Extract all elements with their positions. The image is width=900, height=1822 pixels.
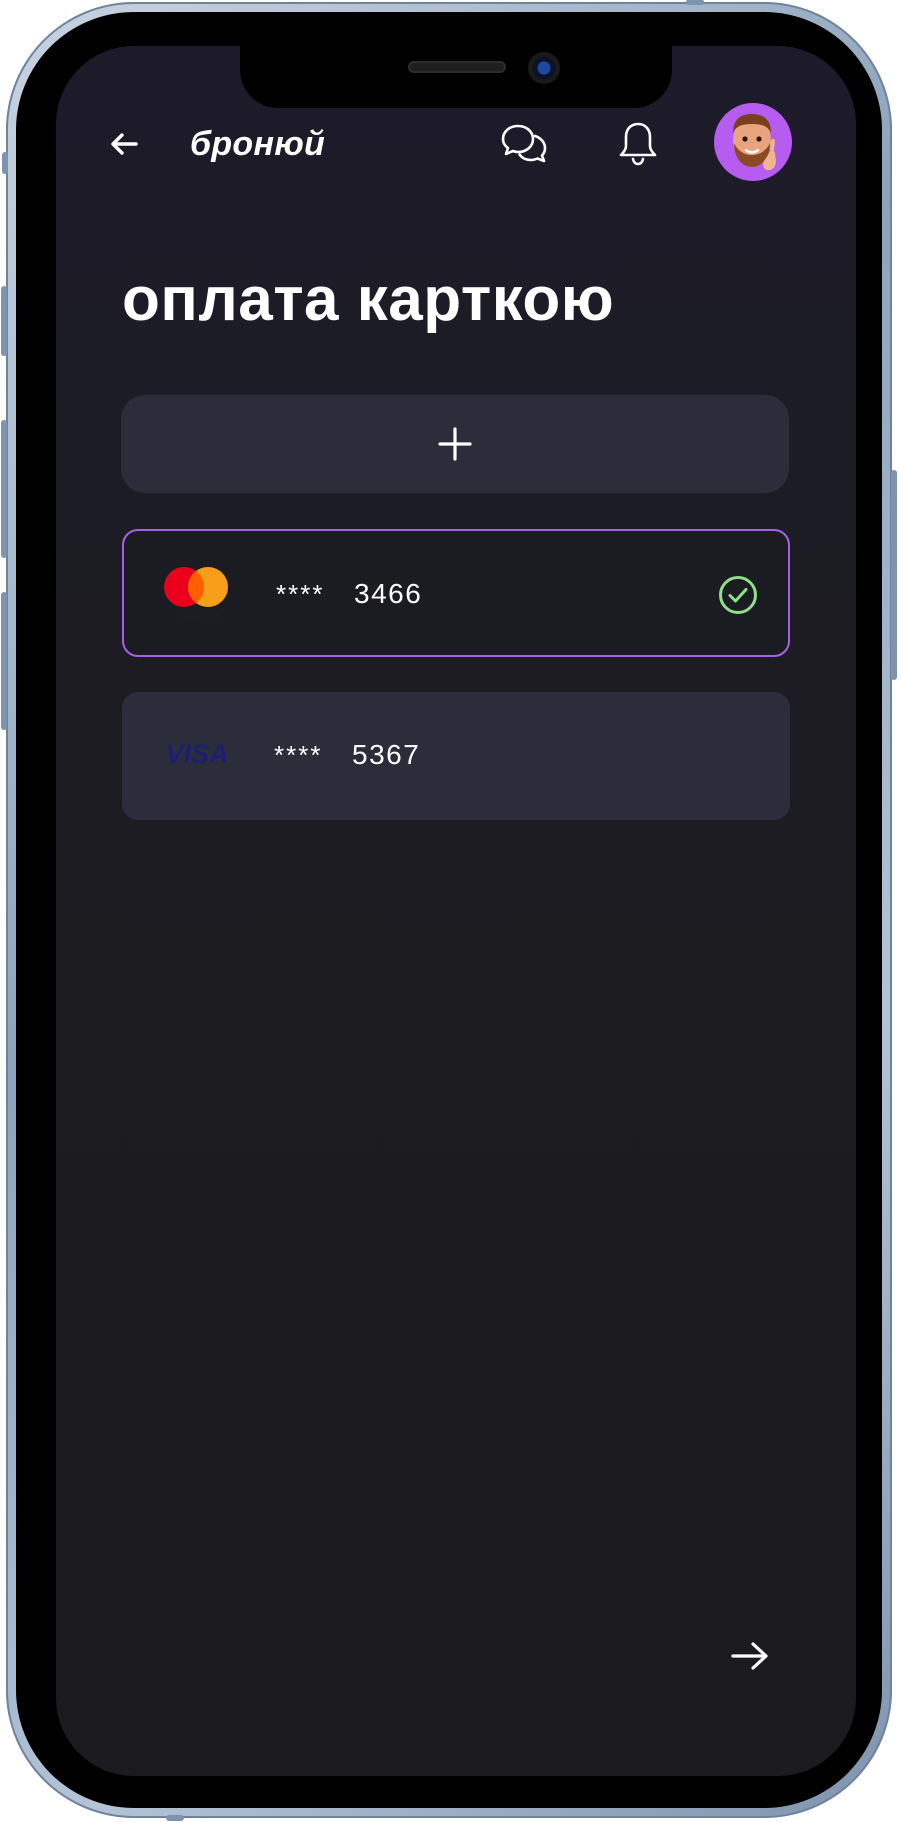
page-title: оплата карткою — [122, 265, 615, 334]
brand-logo: бронюй — [190, 125, 326, 163]
card-mask: **** — [276, 579, 325, 609]
power-button — [891, 470, 897, 680]
bell-icon — [619, 122, 657, 166]
screen: бронюй оплата карткою mastercard **** 34… — [56, 46, 856, 1776]
visa-logo-icon: VISA — [165, 739, 228, 769]
notch — [240, 46, 672, 108]
saved-card-visa[interactable]: VISA **** 5367 — [122, 692, 790, 820]
user-memoji-icon — [733, 114, 776, 171]
volume-up-button — [1, 420, 7, 558]
saved-card-mastercard[interactable]: mastercard **** 3466 — [122, 529, 790, 657]
volume-down-button — [1, 592, 7, 730]
selected-check-icon — [719, 576, 757, 614]
speaker-grille — [408, 61, 506, 73]
card-mask: **** — [274, 740, 323, 770]
notifications-button[interactable] — [612, 118, 664, 170]
next-button[interactable] — [726, 1632, 774, 1680]
frame-antenna-top — [686, 0, 704, 5]
chat-icon — [501, 124, 547, 163]
frame-antenna-left — [2, 152, 8, 174]
card-last4: 5367 — [352, 739, 421, 770]
chat-button[interactable] — [498, 118, 550, 170]
mastercard-logo-icon: mastercard — [164, 567, 228, 622]
avatar[interactable] — [714, 103, 792, 181]
back-arrow-icon — [111, 133, 138, 155]
frame-antenna-bottom — [166, 1815, 184, 1821]
arrow-right-icon — [731, 1642, 768, 1670]
front-camera — [528, 52, 560, 84]
back-button[interactable] — [106, 126, 142, 162]
mastercard-wordmark: mastercard — [172, 611, 220, 622]
visa-wordmark: VISA — [165, 739, 228, 769]
plus-icon — [438, 427, 472, 461]
card-last4: 3466 — [354, 578, 423, 609]
phone-frame: бронюй оплата карткою mastercard **** 34… — [1, 0, 897, 1821]
mute-switch — [1, 286, 7, 356]
add-card-button[interactable] — [121, 395, 789, 493]
